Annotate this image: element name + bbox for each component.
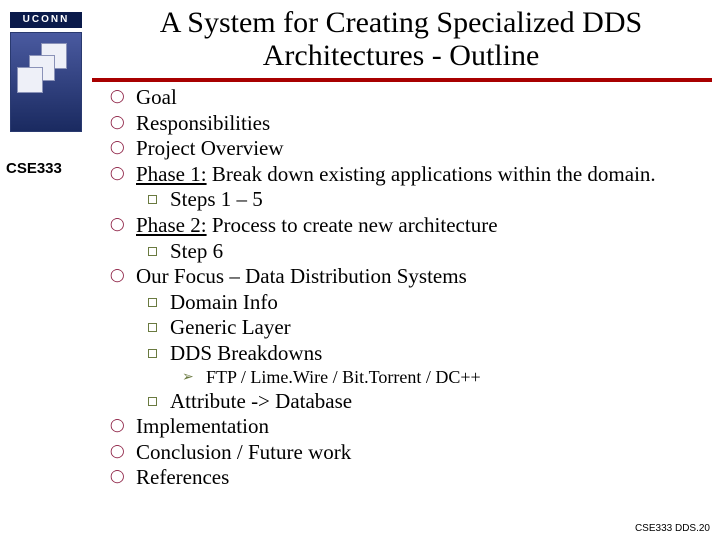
outline-item: Responsibilities bbox=[110, 111, 706, 137]
outline-content: GoalResponsibilitiesProject OverviewPhas… bbox=[110, 85, 706, 491]
outline-item: Project Overview bbox=[110, 136, 706, 162]
slide: UCONN CSE333 A System for Creating Speci… bbox=[0, 0, 720, 540]
outline-subitem: FTP / Lime.Wire / Bit.Torrent / DC++ bbox=[180, 367, 706, 389]
outline-item: Goal bbox=[110, 85, 706, 111]
outline-item: Implementation bbox=[110, 414, 706, 440]
course-label: CSE333 bbox=[6, 160, 62, 177]
uconn-logo: UCONN bbox=[10, 12, 82, 132]
outline-subitem: Domain Info bbox=[146, 290, 706, 316]
cse-logo-graphic bbox=[10, 32, 82, 132]
outline-subitem: Steps 1 – 5 bbox=[146, 187, 706, 213]
outline-subitem: Generic Layer bbox=[146, 315, 706, 341]
outline-item: Conclusion / Future work bbox=[110, 440, 706, 466]
outline-subitem: DDS BreakdownsFTP / Lime.Wire / Bit.Torr… bbox=[146, 341, 706, 389]
chip-icon bbox=[17, 67, 43, 93]
outline-item: Phase 2: Process to create new architect… bbox=[110, 213, 706, 264]
title-underline bbox=[92, 78, 712, 82]
slide-footer: CSE333 DDS.20 bbox=[635, 523, 710, 534]
outline-subitem: Attribute -> Database bbox=[146, 389, 706, 415]
slide-title: A System for Creating Specialized DDS Ar… bbox=[92, 6, 710, 72]
outline-item: Phase 1: Break down existing application… bbox=[110, 162, 706, 213]
outline-item: Our Focus – Data Distribution SystemsDom… bbox=[110, 264, 706, 414]
outline-subitem: Step 6 bbox=[146, 239, 706, 265]
uconn-wordmark: UCONN bbox=[10, 12, 82, 28]
outline-item: References bbox=[110, 465, 706, 491]
